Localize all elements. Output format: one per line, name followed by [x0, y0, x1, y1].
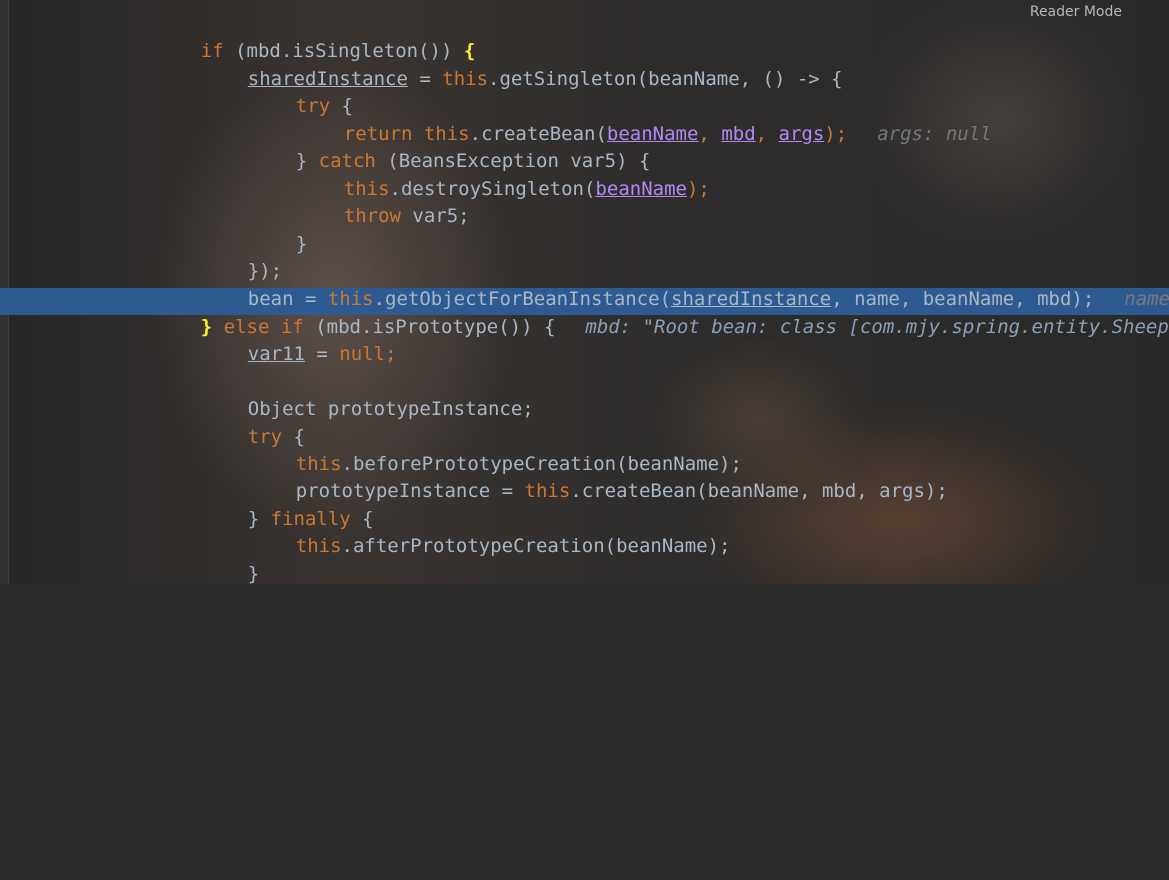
keyword-null: null: [339, 343, 386, 365]
param-bean-name: beanName: [595, 178, 687, 200]
code-line-try[interactable]: try {: [250, 66, 353, 117]
code-line-get-object-for-bean-instance[interactable]: bean = this.getObjectForBeanInstance(sha…: [202, 259, 1169, 310]
code-line-finally[interactable]: } finally {: [202, 479, 374, 530]
semicolon: );: [824, 123, 848, 145]
variable-var11: var11: [247, 343, 305, 365]
param-args: args: [778, 123, 825, 145]
keyword-throw: throw: [343, 205, 401, 227]
code-text: var5;: [400, 205, 470, 227]
comma: ,: [755, 123, 779, 145]
code-line-get-singleton[interactable]: sharedInstance = this.getSingleton(beanN…: [202, 39, 843, 90]
debug-inline-value-hint: args: null: [877, 123, 992, 145]
code-line-throw[interactable]: throw var5;: [298, 176, 470, 227]
code-editor[interactable]: if (mbd.isSingleton()) { sharedInstance …: [0, 0, 1169, 880]
code-line-var11-null[interactable]: var11 = null;: [202, 314, 397, 365]
reader-mode-button[interactable]: Reader Mode: [1030, 4, 1122, 20]
param-mbd: mbd: [721, 123, 756, 145]
code-text: }: [247, 563, 260, 585]
code-text: .afterPrototypeCreation(beanName);: [341, 535, 731, 557]
code-line-prototype-create-bean[interactable]: prototypeInstance = this.createBean(bean…: [250, 451, 948, 502]
semicolon: );: [686, 178, 710, 200]
code-text: =: [407, 68, 443, 90]
semicolon: ;: [385, 343, 397, 365]
code-text: =: [304, 343, 340, 365]
code-line-try[interactable]: try {: [202, 397, 305, 448]
code-text: }: [295, 233, 308, 255]
code-line-after-prototype-creation[interactable]: this.afterPrototypeCreation(beanName);: [250, 506, 731, 557]
debug-inline-value-hint: mbd: "Root bean: class [com.mjy.spring.e…: [585, 316, 1169, 338]
code-line-prototype-instance-decl[interactable]: Object prototypeInstance;: [202, 369, 534, 420]
code-line-catch[interactable]: } catch (BeansException var5) {: [250, 121, 651, 172]
code-line-close-lambda[interactable]: });: [202, 231, 282, 282]
code-line-destroy-singleton[interactable]: this.destroySingleton(beanName);: [298, 149, 710, 200]
keyword-this: this: [295, 535, 342, 557]
code-line-if-singleton[interactable]: if (mbd.isSingleton()) {: [155, 11, 476, 62]
code-line-else-if-prototype[interactable]: } else if (mbd.isPrototype()) {mbd: "Roo…: [155, 287, 1169, 338]
code-text: .createBean(beanName, mbd, args);: [570, 480, 948, 502]
code-line-return-create-bean[interactable]: return this.createBean(beanName, mbd, ar…: [298, 94, 992, 145]
code-line-close-brace[interactable]: }: [202, 534, 259, 585]
code-line-before-prototype-creation[interactable]: this.beforePrototypeCreation(beanName);: [250, 424, 742, 475]
keyword-this: this: [442, 68, 489, 90]
comma: ,: [698, 123, 722, 145]
code-line-close-brace[interactable]: }: [250, 204, 307, 255]
keyword-this: this: [524, 480, 571, 502]
code-text: .getSingleton(beanName, () -> {: [488, 68, 843, 90]
